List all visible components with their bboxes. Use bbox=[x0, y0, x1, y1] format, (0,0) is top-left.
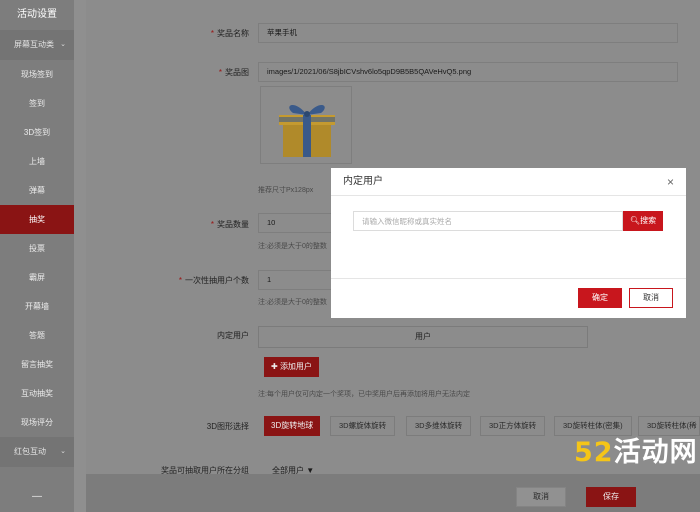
chevron-down-icon: ⌄ bbox=[60, 41, 66, 48]
graphic-label: 3D图形选择 bbox=[206, 422, 249, 431]
sidebar-group-redpacket[interactable]: 红包互动 ⌄ bbox=[0, 437, 74, 467]
chevron-down-icon: ⌄ bbox=[60, 448, 66, 455]
graphic-option-spiral[interactable]: 3D螺旋体旋转 bbox=[330, 416, 396, 436]
footer-save-button[interactable]: 保存 bbox=[586, 487, 636, 507]
search-button[interactable]: 🔍︎搜索 bbox=[623, 211, 663, 231]
sidebar-item-3d-signin[interactable]: 3D签到 bbox=[0, 118, 74, 147]
per-round-label-text: 一次性抽用户个数 bbox=[185, 276, 249, 285]
modal-title: 内定用户 bbox=[343, 176, 383, 187]
sidebar-item-interactive-lottery[interactable]: 互动抽奖 bbox=[0, 379, 74, 408]
watermark-logo: 52活动网 bbox=[574, 430, 698, 469]
add-user-button-label: 添加用户 bbox=[279, 362, 312, 371]
graphic-option-multi[interactable]: 3D多维体旋转 bbox=[406, 416, 472, 436]
sidebar-item-vote[interactable]: 投票 bbox=[0, 234, 74, 263]
per-round-hint: 注:必须是大于0的整数 bbox=[258, 299, 327, 306]
search-button-label: 搜索 bbox=[640, 216, 657, 225]
prize-name-input[interactable]: 苹果手机 bbox=[258, 23, 678, 43]
prize-name-label-text: 奖品名称 bbox=[217, 29, 249, 38]
modal-cancel-button[interactable]: 取消 bbox=[629, 288, 673, 308]
sidebar-group-label: 屏幕互动类 bbox=[14, 40, 54, 49]
watermark-number: 52 bbox=[574, 437, 614, 468]
footer-cancel-button[interactable]: 取消 bbox=[516, 487, 566, 507]
prize-count-hint: 注:必须是大于0的整数 bbox=[258, 243, 327, 250]
footer-bar: 取消 保存 bbox=[86, 474, 700, 512]
gift-box-icon bbox=[279, 104, 335, 157]
sidebar-item-scoring[interactable]: 现场评分 bbox=[0, 408, 74, 437]
required-mark: * bbox=[210, 220, 214, 229]
sidebar-title: 活动设置 bbox=[17, 9, 57, 20]
inner-user-hint: 注:每个用户仅可内定一个奖项，已中奖用户后再添加将用户无法内定 bbox=[258, 391, 470, 398]
user-search-input[interactable] bbox=[353, 211, 623, 231]
sidebar-item-lottery[interactable]: 抽奖 bbox=[0, 205, 74, 234]
graphic-option-cube[interactable]: 3D正方体旋转 bbox=[480, 416, 546, 436]
sidebar-item-signin[interactable]: 签到 bbox=[0, 89, 74, 118]
per-round-label: * 一次性抽用户个数 bbox=[86, 275, 249, 286]
sidebar-group2-label: 红包互动 bbox=[14, 447, 46, 456]
sidebar-item-list: 现场签到 签到 3D签到 上墙 弹幕 抽奖 投票 霸屏 开幕墙 答题 留言抽奖 … bbox=[0, 60, 74, 437]
image-size-hint: 推荐尺寸Px128px bbox=[258, 187, 314, 194]
graphic-option-earth[interactable]: 3D旋转地球 bbox=[264, 416, 321, 436]
prize-count-label-text: 奖品数量 bbox=[217, 220, 249, 229]
inner-user-table-header: 用户 bbox=[258, 326, 588, 348]
close-icon[interactable]: × bbox=[667, 168, 674, 196]
modal-header: 内定用户 × bbox=[331, 168, 686, 196]
sidebar: 活动设置 屏幕互动类 ⌄ 现场签到 签到 3D签到 上墙 弹幕 抽奖 投票 霸屏… bbox=[0, 0, 74, 512]
prize-image-label-text: 奖品图 bbox=[225, 68, 249, 77]
sidebar-item-opening-wall[interactable]: 开幕墙 bbox=[0, 292, 74, 321]
sidebar-item-message-lottery[interactable]: 留言抽奖 bbox=[0, 350, 74, 379]
modal-footer: 确定 取消 bbox=[331, 278, 686, 318]
sidebar-item-screen[interactable]: 霸屏 bbox=[0, 263, 74, 292]
inner-user-label: 内定用户 bbox=[217, 331, 249, 340]
prize-count-label: * 奖品数量 bbox=[86, 219, 249, 230]
watermark-text: 活动网 bbox=[613, 437, 698, 468]
sidebar-collapse-handle[interactable]: — bbox=[0, 482, 74, 512]
prize-name-label: * 奖品名称 bbox=[86, 28, 249, 39]
sidebar-item-wall[interactable]: 上墙 bbox=[0, 147, 74, 176]
sidebar-item-danmaku[interactable]: 弹幕 bbox=[0, 176, 74, 205]
prize-image-label: * 奖品图 bbox=[86, 67, 249, 78]
add-user-button[interactable]: ✚ 添加用户 bbox=[264, 357, 319, 377]
modal-ok-button[interactable]: 确定 bbox=[578, 288, 622, 308]
prize-image-preview[interactable] bbox=[260, 86, 352, 164]
prize-image-path-input[interactable]: images/1/2021/06/S8jbICVshv6lo5qpD9B5B5Q… bbox=[258, 62, 678, 82]
required-mark: * bbox=[210, 29, 214, 38]
sidebar-group-screen[interactable]: 屏幕互动类 ⌄ bbox=[0, 30, 74, 60]
inner-user-modal: 内定用户 × 🔍︎搜索 确定 取消 bbox=[331, 168, 686, 318]
plus-icon: ✚ bbox=[271, 362, 280, 371]
search-icon: 🔍︎ bbox=[629, 216, 641, 225]
sidebar-item-quiz[interactable]: 答题 bbox=[0, 321, 74, 350]
required-mark: * bbox=[218, 68, 222, 77]
required-mark: * bbox=[178, 276, 182, 285]
sidebar-item-checkin[interactable]: 现场签到 bbox=[0, 60, 74, 89]
